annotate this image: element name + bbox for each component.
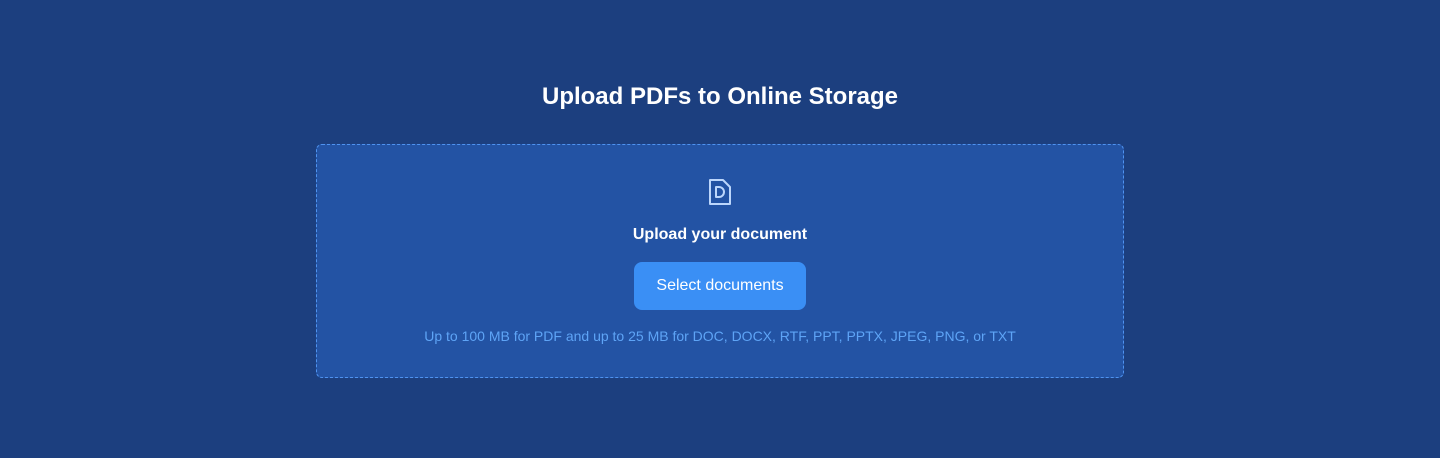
select-documents-button[interactable]: Select documents xyxy=(634,262,806,310)
document-icon xyxy=(709,179,731,205)
page-title: Upload PDFs to Online Storage xyxy=(541,83,899,110)
upload-label: Upload your document xyxy=(632,226,808,243)
file-size-hint: Up to 100 MB for PDF and up to 25 MB for… xyxy=(424,328,1016,344)
upload-page: Upload PDFs to Online Storage Upload you… xyxy=(0,0,1440,458)
